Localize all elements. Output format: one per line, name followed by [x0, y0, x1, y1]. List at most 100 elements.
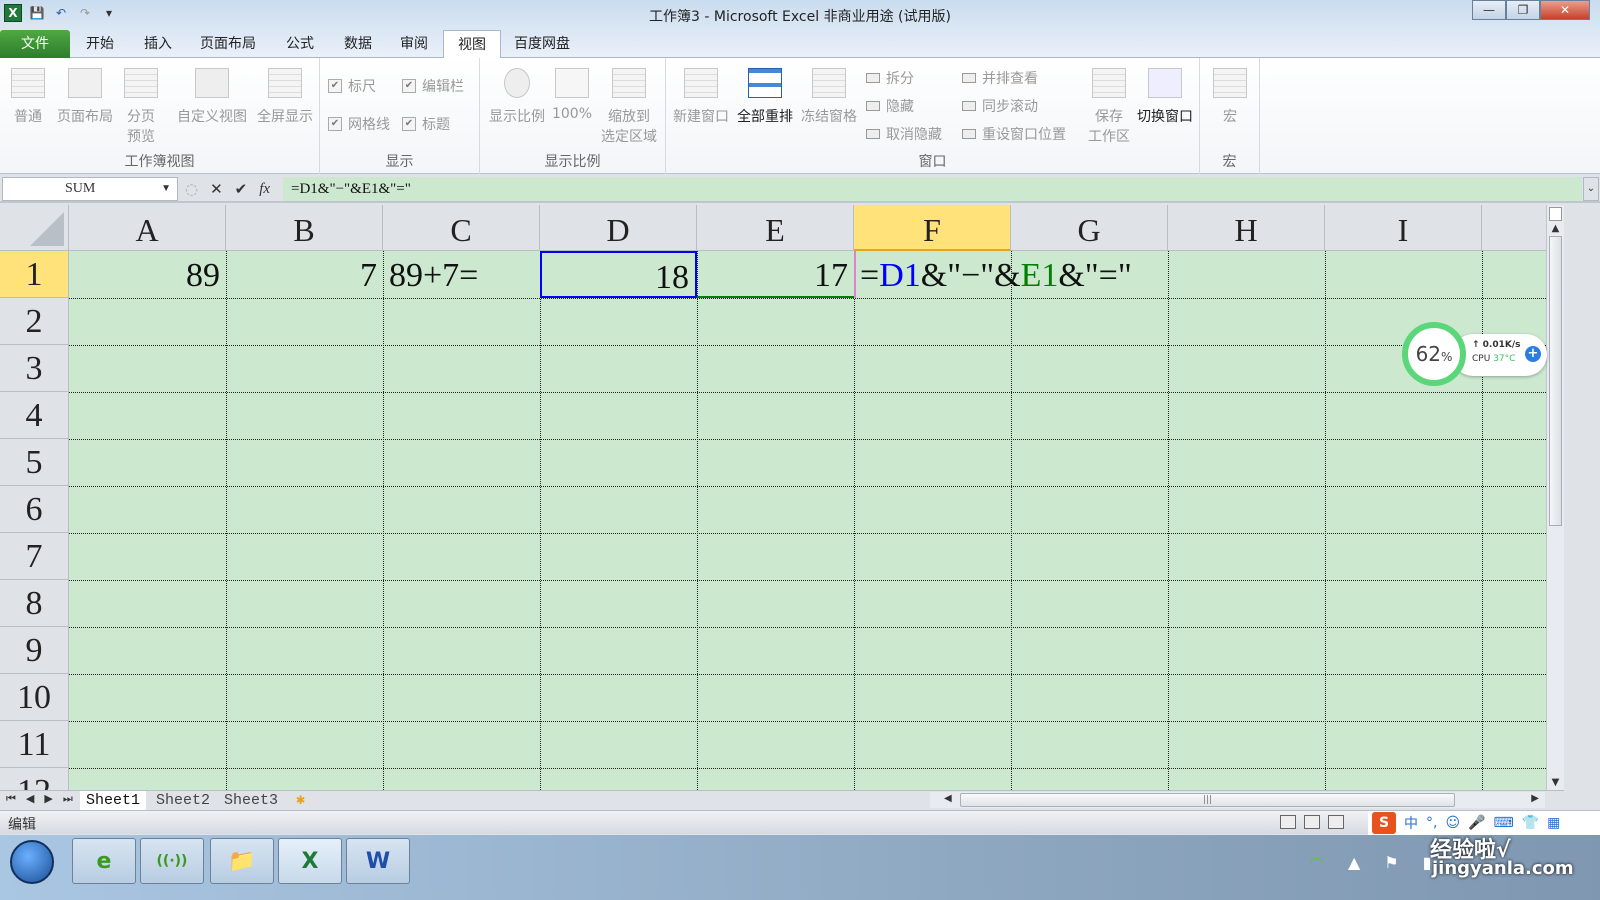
freeze-panes-button[interactable]: 冻结窗格	[798, 68, 860, 126]
scroll-right-icon[interactable]: ▶	[1531, 793, 1539, 804]
cancel-icon[interactable]: ✕	[210, 180, 223, 198]
column-header-b[interactable]: B	[226, 205, 383, 251]
ime-keyboard-icon[interactable]: ⌨	[1494, 815, 1514, 831]
page-break-view-icon[interactable]	[1328, 815, 1344, 829]
ime-skin-icon[interactable]: 👕	[1522, 815, 1539, 831]
split-handle[interactable]	[1549, 207, 1562, 221]
gridlines-checkbox[interactable]: ✔ 网格线	[328, 114, 390, 134]
headings-checkbox[interactable]: ✔ 标题	[402, 114, 450, 134]
tab-file[interactable]: 文件	[0, 30, 70, 58]
tab-view[interactable]: 视图	[443, 30, 501, 59]
arrange-all-button[interactable]: 全部重排	[734, 68, 796, 126]
tab-baidu-netdisk[interactable]: 百度网盘	[500, 30, 584, 58]
zoom-to-selection-button[interactable]: 缩放到 选定区域	[596, 68, 662, 146]
cell-c1[interactable]: 89+7=	[383, 251, 540, 298]
tab-page-layout[interactable]: 页面布局	[186, 30, 270, 58]
enter-icon[interactable]: ✔	[235, 180, 248, 198]
save-workspace-button[interactable]: 保存 工作区	[1084, 68, 1134, 146]
sogou-ime-icon[interactable]: S	[1372, 812, 1396, 834]
cell-a1[interactable]: 89	[69, 251, 226, 298]
vertical-scrollbar[interactable]: ▲ ▼	[1546, 205, 1564, 790]
column-header-d[interactable]: D	[540, 205, 697, 251]
ime-voice-icon[interactable]: 🎤	[1468, 815, 1485, 831]
wifi-tray-icon[interactable]: ◠	[1310, 853, 1324, 872]
column-header-partial[interactable]	[1482, 205, 1546, 251]
sheet-tab-3[interactable]: Sheet3	[218, 791, 284, 810]
row-header-9[interactable]: 9	[0, 627, 69, 674]
insert-sheet-icon[interactable]: ✱	[290, 791, 311, 810]
close-button[interactable]: ✕	[1540, 0, 1590, 20]
scroll-up-icon[interactable]: ▲	[1547, 223, 1564, 234]
tab-home[interactable]: 开始	[72, 30, 128, 58]
row-header-10[interactable]: 10	[0, 674, 69, 721]
row-header-6[interactable]: 6	[0, 486, 69, 533]
row-header-8[interactable]: 8	[0, 580, 69, 627]
taskbar-explorer[interactable]: 📁	[210, 838, 274, 884]
widget-plus-icon[interactable]: +	[1525, 346, 1541, 362]
tab-review[interactable]: 审阅	[386, 30, 442, 58]
last-sheet-icon[interactable]: ⏭	[63, 792, 73, 806]
row-header-2[interactable]: 2	[0, 298, 69, 345]
normal-view-button[interactable]: 普通	[6, 68, 50, 126]
page-break-preview-button[interactable]: 分页 预览	[120, 68, 162, 146]
sheet-tab-2[interactable]: Sheet2	[150, 791, 216, 810]
action-center-flag-icon[interactable]: ⚑	[1384, 853, 1398, 872]
scroll-left-icon[interactable]: ◀	[944, 793, 952, 804]
name-box[interactable]: SUM ▼	[2, 177, 178, 201]
column-header-h[interactable]: H	[1168, 205, 1325, 251]
tab-insert[interactable]: 插入	[130, 30, 186, 58]
row-header-3[interactable]: 3	[0, 345, 69, 392]
macros-button[interactable]: 宏	[1210, 68, 1250, 126]
column-header-e[interactable]: E	[697, 205, 854, 251]
minimize-button[interactable]: —	[1472, 0, 1506, 20]
column-header-g[interactable]: G	[1011, 205, 1168, 251]
custom-views-button[interactable]: 自定义视图	[174, 68, 250, 126]
formula-input[interactable]: =D1&"−"&E1&"="	[283, 177, 1582, 201]
select-all-button[interactable]	[0, 205, 69, 251]
ime-toolbox-icon[interactable]: ▦	[1547, 815, 1560, 831]
ime-chinese-mode[interactable]: 中	[1404, 813, 1418, 833]
cell-b1[interactable]: 7	[226, 251, 383, 298]
zoom-100-button[interactable]: 100%	[550, 68, 594, 122]
next-sheet-icon[interactable]: ▶	[44, 792, 52, 806]
prev-sheet-icon[interactable]: ◀	[26, 792, 34, 806]
taskbar-wifi-app[interactable]: ((·))	[140, 838, 204, 884]
column-header-i[interactable]: I	[1325, 205, 1482, 251]
ime-emoji-icon[interactable]: ☺	[1445, 815, 1460, 831]
chevron-down-icon[interactable]: ▼	[161, 178, 171, 200]
cell-d1[interactable]: 18	[540, 251, 697, 298]
scroll-thumb[interactable]	[1549, 236, 1562, 526]
show-hidden-icons[interactable]: ▲	[1348, 853, 1360, 872]
start-button[interactable]	[10, 840, 54, 884]
hide-button[interactable]: 隐藏	[866, 96, 914, 116]
first-sheet-icon[interactable]: ⏮	[6, 792, 16, 806]
zoom-button[interactable]: 显示比例	[486, 68, 548, 126]
taskbar-browser[interactable]: e	[72, 838, 136, 884]
column-header-c[interactable]: C	[383, 205, 540, 251]
restore-button[interactable]: ❐	[1506, 0, 1540, 20]
page-layout-view-icon[interactable]	[1304, 815, 1320, 829]
reset-window-position-button[interactable]: 重设窗口位置	[962, 124, 1066, 144]
horizontal-scrollbar[interactable]: ◀ ||| ▶	[930, 792, 1545, 808]
ime-punctuation-icon[interactable]: °,	[1426, 815, 1437, 831]
system-monitor-widget[interactable]: 62% ↑ 0.01K/s CPU 37°C +	[1402, 322, 1547, 386]
sheet-tab-1[interactable]: Sheet1	[80, 791, 147, 810]
page-layout-view-button[interactable]: 页面布局	[54, 68, 116, 126]
new-window-button[interactable]: 新建窗口	[670, 68, 732, 126]
scroll-thumb[interactable]: |||	[960, 793, 1455, 807]
column-header-f[interactable]: F	[854, 205, 1011, 251]
synchronous-scrolling-button[interactable]: 同步滚动	[962, 96, 1038, 116]
row-header-5[interactable]: 5	[0, 439, 69, 486]
switch-windows-button[interactable]: 切换窗口	[1134, 68, 1196, 126]
taskbar-word[interactable]: W	[346, 838, 410, 884]
tab-data[interactable]: 数据	[330, 30, 386, 58]
row-header-4[interactable]: 4	[0, 392, 69, 439]
row-header-1[interactable]: 1	[0, 251, 69, 298]
row-header-11[interactable]: 11	[0, 721, 69, 768]
unhide-button[interactable]: 取消隐藏	[866, 124, 942, 144]
expand-formula-bar-icon[interactable]: ⌄	[1583, 177, 1599, 201]
split-button[interactable]: 拆分	[866, 68, 914, 88]
ruler-checkbox[interactable]: ✔ 标尺	[328, 76, 376, 96]
tab-formulas[interactable]: 公式	[272, 30, 328, 58]
normal-view-icon[interactable]	[1280, 815, 1296, 829]
